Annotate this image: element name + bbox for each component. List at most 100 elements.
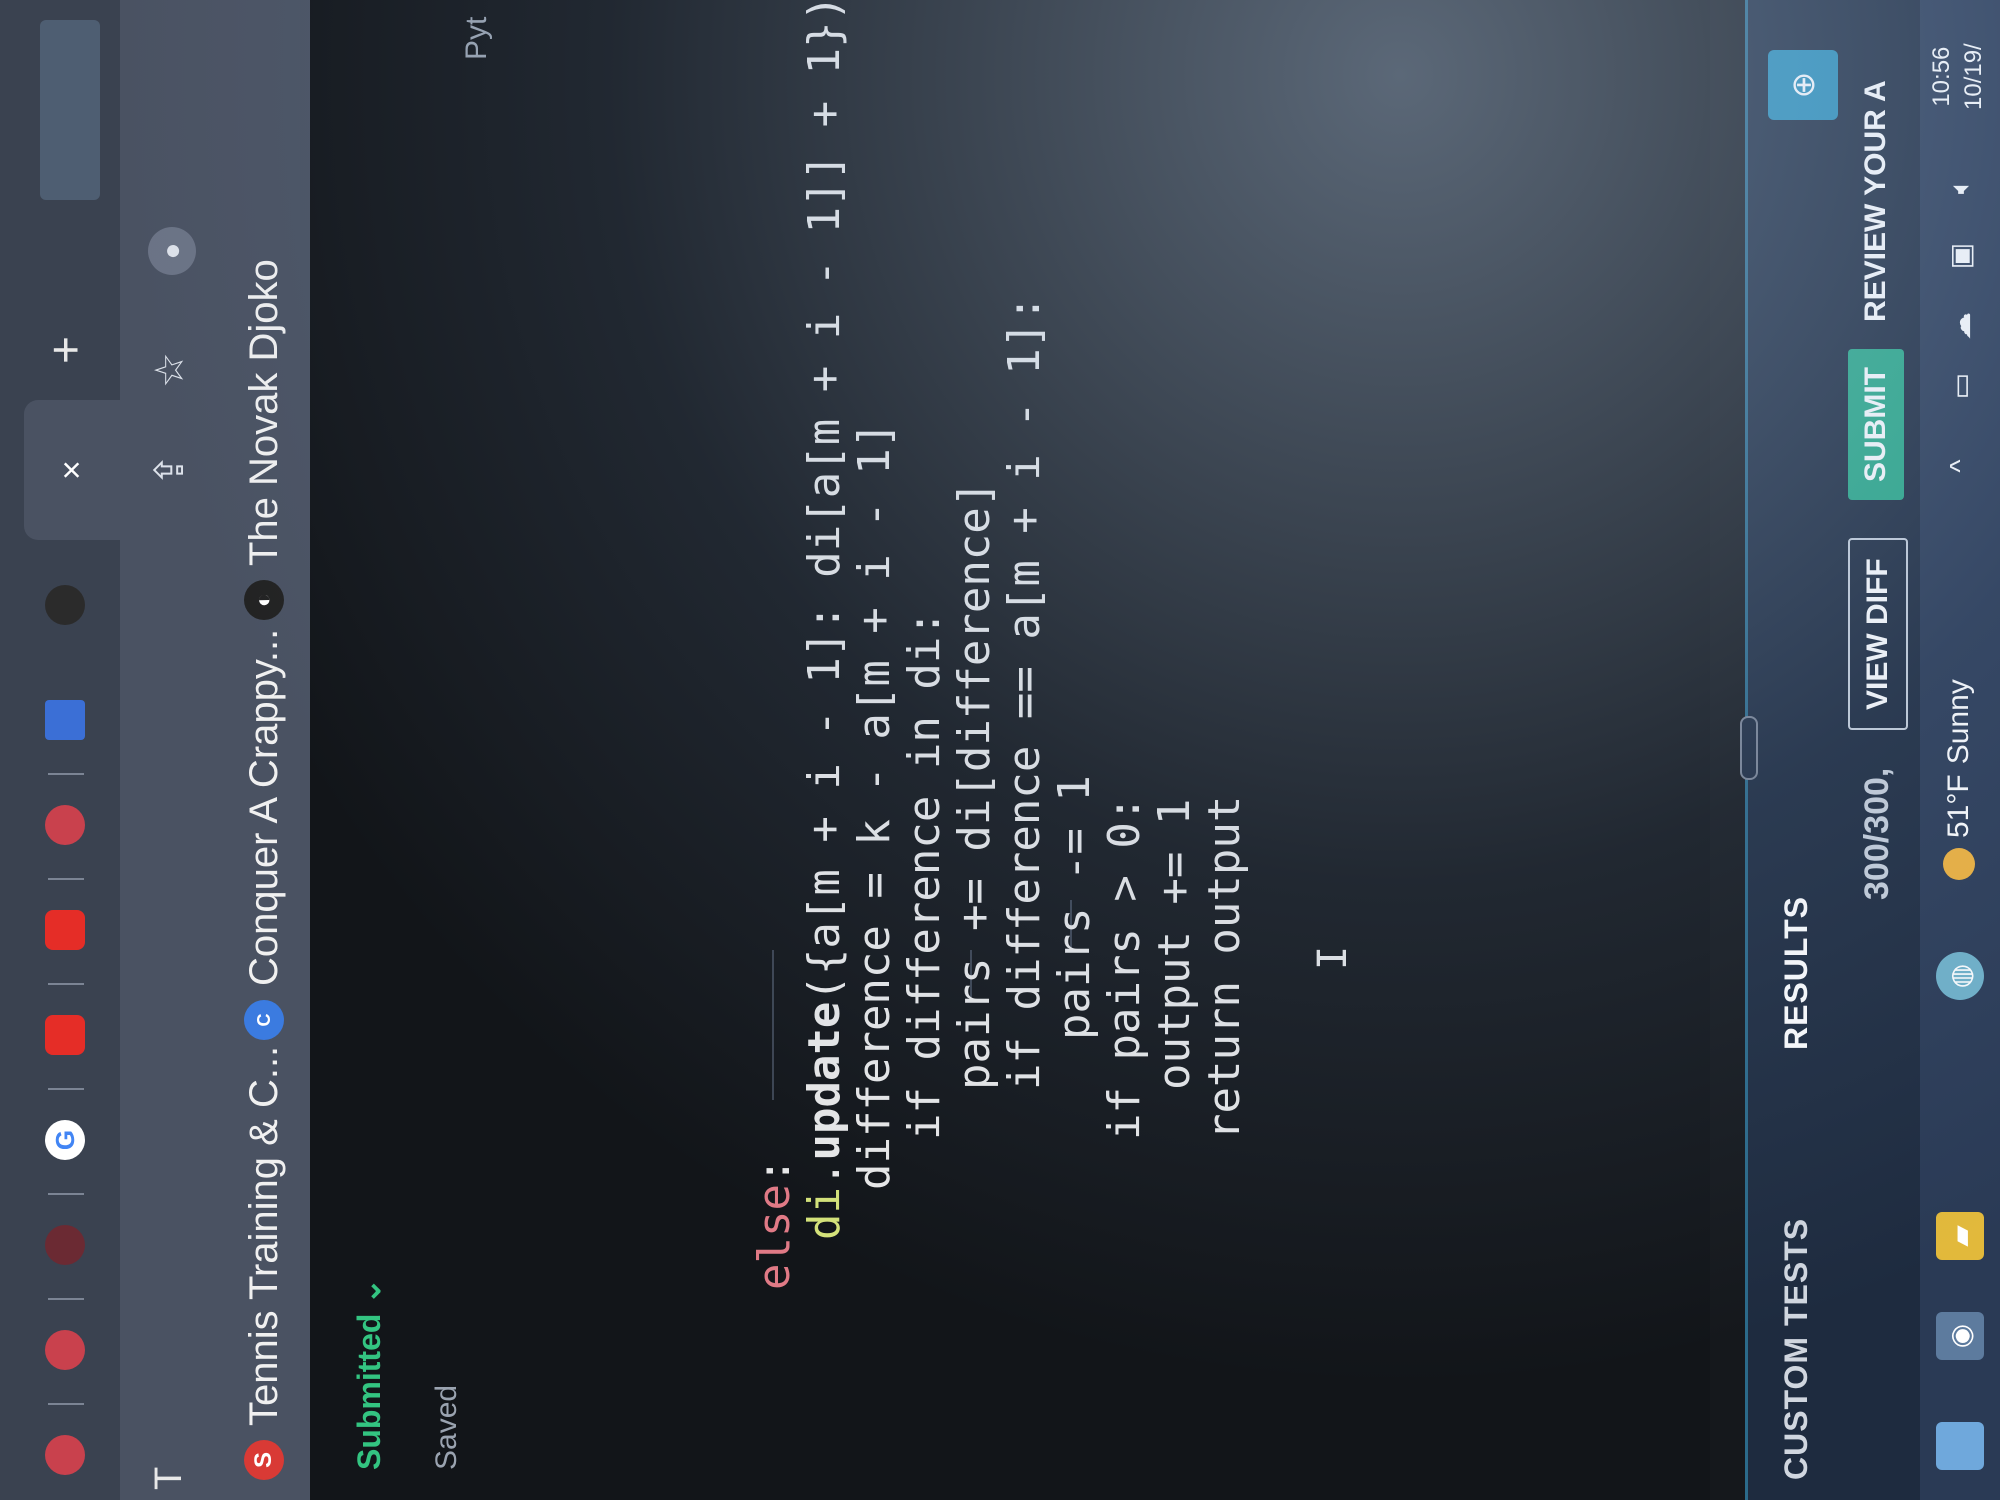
indent-guide [772, 950, 774, 1100]
red-favicon-icon [45, 1330, 85, 1370]
saved-indicator: Saved [430, 1384, 463, 1470]
bookmark-label: The Novak Djoko [241, 259, 286, 566]
youtube-icon [45, 1015, 85, 1055]
tab-divider [48, 1088, 84, 1090]
tab-custom-tests[interactable]: CUSTOM TESTS [1778, 1218, 1815, 1480]
system-clock[interactable]: 10:56 10/19/ [1926, 43, 1990, 110]
code-token: . [799, 1160, 850, 1188]
speaker-icon[interactable]: 🔈︎ [1936, 162, 1984, 210]
panel-resize-handle[interactable] [1740, 716, 1758, 780]
star-icon[interactable]: ☆ [140, 340, 200, 400]
tab-6[interactable] [30, 895, 100, 965]
bookmark-novak[interactable]: ◐ The Novak Djoko [234, 259, 294, 620]
tennis-s-icon: S [244, 1440, 284, 1480]
weather-globe-icon[interactable]: ◍ [1936, 952, 1984, 1000]
bookmark-tennis[interactable]: S Tennis Training & C... [234, 1046, 294, 1480]
dark-circle-icon [45, 585, 85, 625]
tab-3[interactable] [30, 1210, 100, 1280]
code-token: di [799, 1187, 850, 1240]
close-tab-icon[interactable]: × [53, 460, 92, 480]
code-line[interactable]: difference = k - a[m + i - 1] [849, 421, 900, 1190]
tab-8[interactable] [30, 685, 100, 755]
weather-text: Sunny [1942, 679, 1975, 765]
code-token: if [1099, 1087, 1150, 1140]
submit-button[interactable]: SUBMIT [1848, 349, 1904, 500]
code-token: difference in di: [899, 610, 950, 1088]
tab-divider [48, 1193, 84, 1195]
code-token: output += 1 [1149, 798, 1200, 1090]
profile-avatar[interactable]: ● [148, 227, 196, 275]
tab-2[interactable] [30, 1315, 100, 1385]
code-line[interactable]: output += 1 [1149, 798, 1200, 1090]
youtube-icon [45, 910, 85, 950]
code-token: else [749, 1184, 800, 1290]
code-line[interactable]: return output [1199, 795, 1250, 1140]
code-line[interactable]: pairs -= 1 [1049, 775, 1100, 1040]
os-taskbar: ◉ ▰ ◍ 51°F Sunny ^ ▭ ☁ ▣ 🔈︎ 10:56 10/19/ [1920, 0, 2000, 1500]
code-token: update [799, 1001, 850, 1161]
code-token: if [899, 1087, 950, 1140]
review-button[interactable]: REVIEW YOUR A [1848, 62, 1904, 340]
chevron-up-icon[interactable]: ^ [1936, 442, 1984, 490]
tab-7[interactable] [30, 790, 100, 860]
clock-date: 10/19/ [1960, 43, 1987, 110]
code-token: pairs += di[difference] [949, 480, 1000, 1090]
submission-status[interactable]: Submitted ⌄ [350, 1278, 388, 1470]
tab-1[interactable] [30, 1420, 100, 1490]
browser-toolbar: T ⇪ ☆ ● [120, 0, 220, 1500]
results-panel: CUSTOM TESTS RESULTS ⊕ 300/300, VIEW DIF… [1740, 0, 1923, 1500]
chrome-icon[interactable]: ◉ [1936, 1312, 1984, 1360]
test-score: 300/300, [1858, 767, 1896, 900]
code-token: ({a[m + i - 1]: di[a[m + i - 1]] + 1}) [799, 0, 850, 1002]
tab-4[interactable]: G [30, 1105, 100, 1175]
code-line[interactable]: if difference in di: [899, 610, 950, 1140]
share-icon[interactable]: ⇪ [140, 440, 200, 500]
weather-temp: 51°F [1942, 774, 1975, 838]
browser-tab-strip: G × + [0, 0, 120, 1500]
weather-widget[interactable]: 51°F Sunny [1942, 679, 1976, 880]
code-token: difference = k - a[m + i - 1] [849, 421, 900, 1190]
code-line[interactable]: di.update({a[m + i - 1]: di[a[m + i - 1]… [799, 0, 850, 1240]
code-line[interactable]: if difference == a[m + i - 1]: [999, 295, 1050, 1090]
bookmark-label: Conquer A Crappy... [241, 628, 286, 986]
new-tab-button[interactable]: + [36, 320, 96, 380]
bookmark-label: Tennis Training & C... [241, 1045, 286, 1426]
file-explorer-icon[interactable]: ▰ [1936, 1212, 1984, 1260]
active-tab[interactable]: × [24, 400, 120, 540]
run-icon[interactable]: ⊕ [1768, 50, 1838, 120]
battery-icon[interactable]: ▭ [1936, 362, 1984, 410]
code-token: pairs -= 1 [1049, 775, 1100, 1040]
bookmark-conquer[interactable]: C Conquer A Crappy... [234, 629, 294, 1040]
window-glare [40, 20, 100, 200]
clock-time: 10:56 [1928, 46, 1955, 107]
code-token: difference == a[m + i - 1]: [999, 295, 1050, 1038]
code-token: if [999, 1037, 1050, 1090]
view-diff-button[interactable]: VIEW DIFF [1848, 538, 1908, 730]
bookmarks-bar: S Tennis Training & C... C Conquer A Cra… [220, 0, 312, 1500]
address-bar-text[interactable]: T [148, 1467, 191, 1490]
tab-divider [48, 1403, 84, 1405]
tab-divider [48, 983, 84, 985]
language-selector[interactable]: Pyt [460, 17, 494, 60]
tab-results[interactable]: RESULTS [1778, 896, 1815, 1050]
code-token: return output [1199, 795, 1250, 1140]
sun-icon [1943, 848, 1975, 880]
tab-divider [48, 878, 84, 880]
tab-5[interactable] [30, 1000, 100, 1070]
tab-divider [48, 1298, 84, 1300]
screen: G × + T ⇪ ☆ ● S Tennis Training & C... C… [0, 0, 2000, 1500]
submission-status-label: Submitted [351, 1313, 387, 1470]
google-icon: G [45, 1120, 85, 1160]
code-line[interactable]: if pairs > 0: [1099, 796, 1150, 1140]
cloud-icon[interactable]: ☁ [1936, 302, 1984, 350]
chevron-down-icon: ⌄ [351, 1277, 387, 1305]
tab-9[interactable] [30, 570, 100, 640]
code-line[interactable]: else: [749, 1158, 800, 1290]
display-icon[interactable]: ▣ [1936, 232, 1984, 280]
novak-icon: ◐ [244, 580, 284, 620]
code-line[interactable]: pairs += di[difference] [949, 480, 1000, 1090]
text-cursor-icon: I [1310, 945, 1356, 970]
start-icon[interactable] [1936, 1422, 1984, 1470]
code-editor[interactable]: Submitted ⌄ Saved Pyt else: di.update({a[… [310, 0, 1710, 1500]
bookmark-c-icon: C [244, 1000, 284, 1040]
